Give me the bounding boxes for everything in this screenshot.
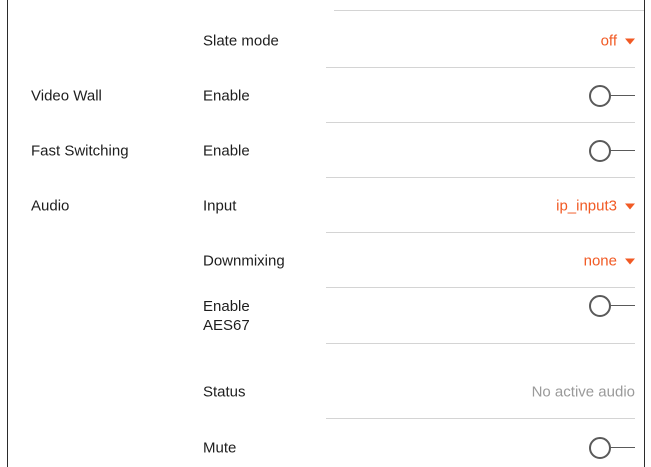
caret-down-icon <box>625 258 635 265</box>
video-wall-enable-label: Enable <box>203 87 250 104</box>
toggle-knob-icon <box>589 295 611 318</box>
status-label: Status <box>203 383 246 400</box>
toggle-track <box>607 149 635 151</box>
downmixing-dropdown[interactable]: none <box>584 252 635 269</box>
section-label-video-wall: Video Wall <box>31 87 102 104</box>
row-divider <box>326 343 635 344</box>
mute-row: Mute <box>8 419 644 467</box>
caret-down-icon <box>625 203 635 210</box>
section-label-fast-switching: Fast Switching <box>31 142 129 159</box>
toggle-track <box>607 305 635 307</box>
video-wall-row: Video Wall Enable <box>8 68 644 123</box>
audio-input-row: Audio Input ip_input3 <box>8 178 644 233</box>
downmixing-label: Downmixing <box>203 252 285 269</box>
mute-label: Mute <box>203 439 237 457</box>
fast-switching-row: Fast Switching Enable <box>8 123 644 178</box>
fast-switching-enable-label: Enable <box>203 142 250 159</box>
toggle-track <box>607 94 635 96</box>
section-label-audio: Audio <box>31 197 70 214</box>
toggle-knob-icon <box>589 84 611 107</box>
slate-mode-dropdown[interactable]: off <box>601 32 635 49</box>
toggle-knob-icon <box>589 436 611 459</box>
toggle-track <box>607 446 635 448</box>
fast-switching-enable-toggle[interactable] <box>589 139 635 162</box>
audio-status-value: No active audio <box>531 383 635 400</box>
slate-mode-row: Slate mode off <box>8 13 644 68</box>
audio-input-label: Input <box>203 197 237 214</box>
toggle-knob-icon <box>589 139 611 162</box>
downmixing-row: Downmixing none <box>8 233 644 288</box>
enable-aes67-label: Enable AES67 <box>203 298 250 334</box>
slate-mode-label: Slate mode <box>203 32 279 49</box>
slate-mode-value: off <box>600 32 617 49</box>
downmixing-value: none <box>583 252 617 269</box>
audio-status-row: Status No active audio <box>8 364 644 419</box>
settings-panel: Slate mode off Video Wall Enable Fast Sw… <box>7 0 645 467</box>
audio-input-value: ip_input3 <box>556 197 617 214</box>
mute-toggle[interactable] <box>589 436 635 459</box>
enable-aes67-row: Enable AES67 <box>8 288 644 344</box>
top-divider <box>334 10 644 11</box>
enable-aes67-toggle[interactable] <box>589 295 635 318</box>
audio-input-dropdown[interactable]: ip_input3 <box>556 197 635 214</box>
video-wall-enable-toggle[interactable] <box>589 84 635 107</box>
caret-down-icon <box>625 38 635 45</box>
